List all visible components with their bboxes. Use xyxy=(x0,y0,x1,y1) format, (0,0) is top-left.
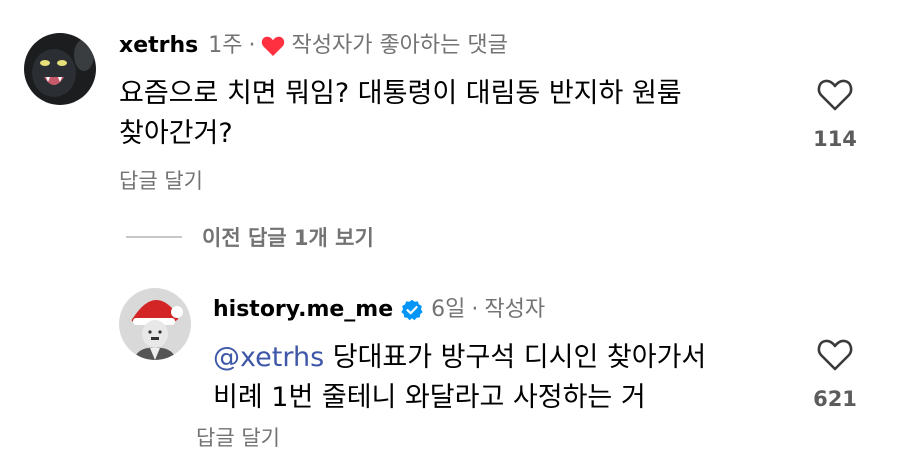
comment-time: 1주 xyxy=(208,33,243,58)
separator-dot: · xyxy=(471,297,479,322)
comment-text: 요즘으로 치면 뭐임? 대통령이 대림동 반지하 원룸 찾아간거? xyxy=(119,74,682,154)
avatar[interactable] xyxy=(119,288,191,360)
reply-time: 6일 xyxy=(431,297,466,322)
heart-outline-icon[interactable] xyxy=(800,78,870,112)
comment-meta: xetrhs 1주 · 작성자가 좋아하는 댓글 xyxy=(119,32,508,60)
view-replies-button[interactable]: 이전 답글 1개 보기 xyxy=(126,222,374,252)
divider-line xyxy=(126,236,182,238)
reply-meta: history.me_me 6일 · 작성자 xyxy=(213,296,545,324)
author-badge: 작성자 xyxy=(484,297,546,322)
heart-outline-icon[interactable] xyxy=(800,338,870,372)
author-liked-label: 작성자가 좋아하는 댓글 xyxy=(291,33,508,58)
heart-filled-icon xyxy=(261,35,285,57)
comment-text-line: 요즘으로 치면 뭐임? 대통령이 대림동 반지하 원룸 xyxy=(119,78,682,109)
avatar[interactable] xyxy=(24,33,96,105)
view-replies-label: 이전 답글 1개 보기 xyxy=(202,226,374,250)
username[interactable]: history.me_me xyxy=(213,296,393,324)
like-count: 621 xyxy=(813,387,857,411)
reply-button[interactable]: 답글 달기 xyxy=(119,167,203,195)
username[interactable]: xetrhs xyxy=(119,32,198,60)
like-column: 114 xyxy=(800,78,870,152)
reply-text: @xetrhs 당대표가 방구석 디시인 찾아가서 비례 1번 줄테니 와달라고… xyxy=(213,338,706,418)
mention-link[interactable]: @xetrhs xyxy=(213,342,324,373)
verified-badge-icon xyxy=(401,299,423,321)
like-column: 621 xyxy=(800,338,870,412)
separator-dot: · xyxy=(248,33,256,58)
like-count: 114 xyxy=(813,127,857,151)
comment-text-line: 찾아간거? xyxy=(119,118,233,149)
reply-text-line: 비례 1번 줄테니 와달라고 사정하는 거 xyxy=(213,382,646,413)
reply-text-part: 당대표가 방구석 디시인 찾아가서 xyxy=(324,342,707,373)
reply-text-line: @xetrhs 당대표가 방구석 디시인 찾아가서 xyxy=(213,338,706,378)
reply-button[interactable]: 답글 달기 xyxy=(196,424,280,452)
